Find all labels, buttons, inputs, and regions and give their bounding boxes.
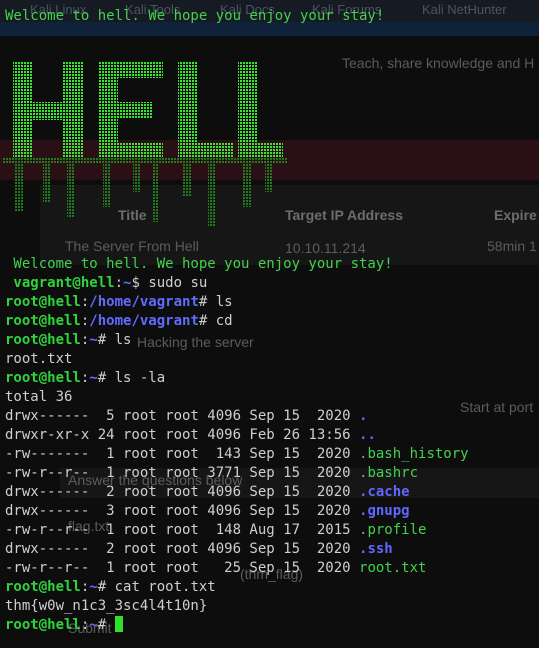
terminal-cursor (114, 616, 123, 632)
file-name: .. (359, 427, 376, 443)
prompt-path: /home/vagrant (89, 294, 199, 310)
prompt-colon: : (114, 275, 124, 291)
hell-ascii-banner (3, 62, 288, 227)
banner-block (153, 162, 159, 222)
prompt-path: ~ (89, 617, 98, 633)
prompt-user: root@hell (5, 332, 81, 348)
prompt-user: root@hell (5, 617, 81, 633)
listing-row: drwx------ 3 root root 4096 Sep 15 2020 … (5, 502, 410, 521)
listing-row: drwxr-xr-x 24 root root 4096 Feb 26 13:5… (5, 426, 376, 445)
prompt-user: root@hell (5, 294, 81, 310)
file-meta: drwx------ 2 root root 4096 Sep 15 2020 (5, 484, 360, 500)
ls-la-prompt-line: root@hell:~# ls -la (5, 369, 165, 388)
banner-block (43, 162, 51, 202)
file-name: root.txt (359, 560, 427, 576)
prompt-symbol: # (97, 370, 115, 386)
file-meta: -rw-r--r-- 1 root root 25 Sep 15 2020 (5, 560, 360, 576)
listing-row: drwx------ 2 root root 4096 Sep 15 2020 … (5, 483, 410, 502)
file-name: .bashrc (359, 465, 419, 481)
prompt-path: ~ (89, 579, 98, 595)
file-meta: -rw-r--r-- 1 root root 148 Aug 17 2015 (5, 522, 360, 538)
root-prompt-line: root@hell:/home/vagrant# cd (5, 312, 233, 331)
listing-row: -rw-r--r-- 1 root root 148 Aug 17 2015 .… (5, 521, 426, 540)
root-prompt-line: root@hell:/home/vagrant# ls (5, 293, 233, 312)
banner-block (238, 142, 283, 158)
file-name: .cache (359, 484, 410, 500)
final-prompt-line[interactable]: root@hell:~# (5, 616, 123, 635)
prompt-symbol: # (198, 294, 216, 310)
listing-row: -rw------- 1 root root 143 Sep 15 2020 .… (5, 445, 469, 464)
banner-block (133, 162, 141, 192)
banner-block (3, 157, 288, 163)
vagrant-prompt-line: vagrant@hell:~$ sudo su (5, 274, 207, 293)
root-prompt-line: root@hell:~# ls (5, 331, 131, 350)
prompt-user: root@hell (5, 370, 81, 386)
prompt-symbol: $ (131, 275, 149, 291)
welcome-message: Welcome to hell. We hope you enjoy your … (5, 256, 393, 272)
banner-block (15, 162, 23, 212)
command-text: ls -la (114, 370, 166, 386)
welcome-top: Welcome to hell. We hope you enjoy your … (5, 8, 385, 24)
file-name: .profile (359, 522, 427, 538)
prompt-path: /home/vagrant (89, 313, 199, 329)
command-text: ls (215, 294, 233, 310)
listing-row: -rw-r--r-- 1 root root 25 Sep 15 2020 ro… (5, 559, 426, 578)
file-meta: -rw-r--r-- 1 root root 3771 Sep 15 2020 (5, 465, 360, 481)
file-meta: drwx------ 3 root root 4096 Sep 15 2020 (5, 503, 360, 519)
command-text: ls (114, 332, 132, 348)
file-name: .bash_history (359, 446, 469, 462)
banner-block (13, 102, 83, 120)
file-meta: drwx------ 5 root root 4096 Sep 15 2020 (5, 408, 360, 424)
terminal-window[interactable]: Welcome to hell. We hope you enjoy your … (0, 0, 539, 648)
listing-row: drwx------ 2 root root 4096 Sep 15 2020 … (5, 540, 393, 559)
listing-row: drwx------ 5 root root 4096 Sep 15 2020 … (5, 407, 367, 426)
banner-block (98, 102, 153, 118)
prompt-path: ~ (89, 332, 98, 348)
banner-block (98, 142, 163, 158)
prompt-symbol: # (97, 332, 115, 348)
command-text: cd (215, 313, 233, 329)
banner-block (208, 162, 216, 227)
file-name: .gnupg (359, 503, 410, 519)
prompt-path: ~ (89, 370, 98, 386)
ls-output: root.txt (5, 351, 73, 367)
listing-row: -rw-r--r-- 1 root root 3771 Sep 15 2020 … (5, 464, 418, 483)
ls-total: total 36 (5, 389, 73, 405)
file-meta: drwxr-xr-x 24 root root 4096 Feb 26 13:5… (5, 427, 360, 443)
prompt-symbol: # (198, 313, 216, 329)
banner-block (183, 162, 191, 197)
banner-block (178, 142, 233, 158)
banner-block (98, 62, 163, 78)
file-meta: drwx------ 2 root root 4096 Sep 15 2020 (5, 541, 360, 557)
file-name: . (359, 408, 368, 424)
prompt-user: root@hell (5, 313, 81, 329)
file-meta: -rw------- 1 root root 143 Sep 15 2020 (5, 446, 360, 462)
prompt-symbol: # (97, 579, 115, 595)
banner-block (243, 162, 251, 207)
command-text: cat root.txt (114, 579, 216, 595)
prompt-user: vagrant@hell (5, 275, 115, 291)
command-text: sudo su (148, 275, 208, 291)
flag-output: thm{w0w_n1c3_3sc4l4t10n} (5, 598, 208, 614)
cat-prompt-line: root@hell:~# cat root.txt (5, 578, 216, 597)
banner-block (265, 162, 273, 192)
prompt-symbol: # (97, 617, 115, 633)
banner-block (67, 162, 75, 217)
banner-block (103, 162, 111, 207)
file-name: .ssh (359, 541, 393, 557)
prompt-user: root@hell (5, 579, 81, 595)
